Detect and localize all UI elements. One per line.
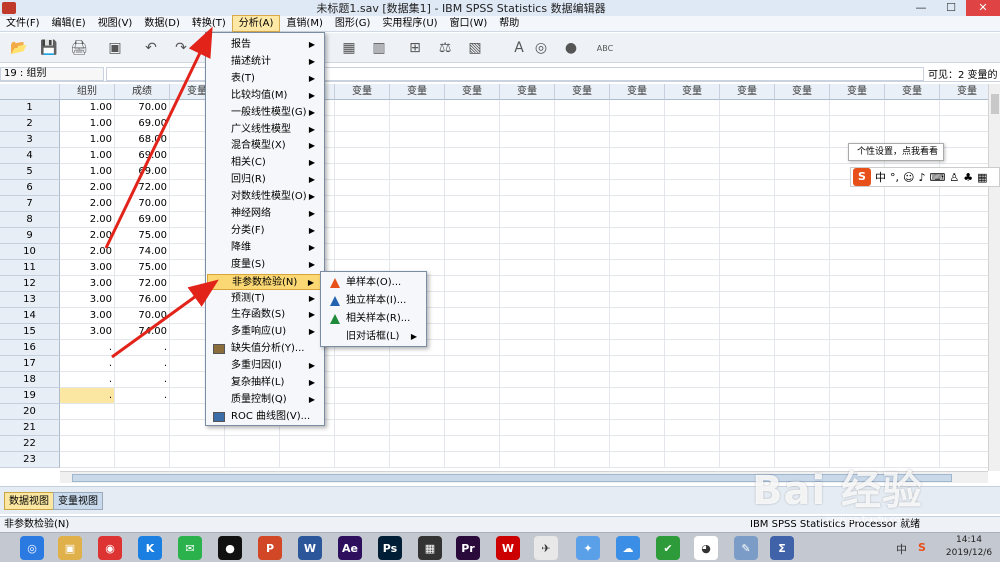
annotation-arrows (104, 26, 219, 359)
arrow-to-nonparametric-item (111, 279, 219, 359)
arrow-to-analyze-menu (104, 26, 213, 249)
